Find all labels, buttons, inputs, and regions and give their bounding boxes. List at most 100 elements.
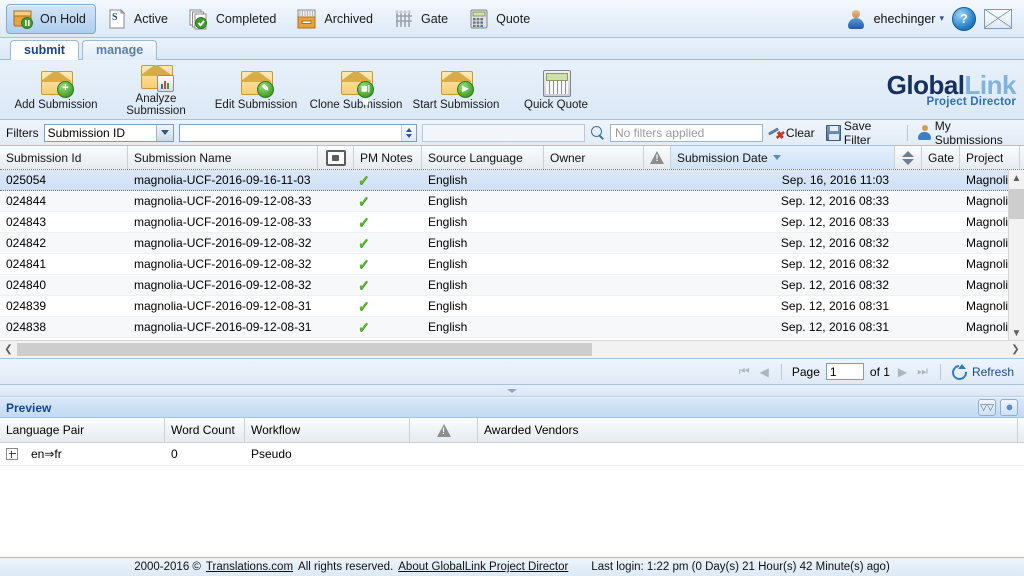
preview-header-awarded-vendors[interactable]: Awarded Vendors xyxy=(478,418,1018,442)
grid-header-owner[interactable]: Owner xyxy=(544,146,644,169)
preview-header-warning-icon[interactable] xyxy=(410,418,478,442)
table-row[interactable]: 024838magnolia-UCF-2016-09-12-08-31✓Engl… xyxy=(0,317,1024,338)
refresh-icon[interactable] xyxy=(951,364,966,379)
warning-icon xyxy=(437,424,451,437)
cell-warn xyxy=(644,317,671,337)
clear-filter-button[interactable]: ✖ Clear xyxy=(768,126,815,140)
preview-header-language-pair[interactable]: Language Pair xyxy=(0,418,165,442)
cell-gate xyxy=(922,233,960,253)
cell-warn xyxy=(644,170,671,190)
last-login-text: Last login: 1:22 pm (0 Day(s) 21 Hour(s)… xyxy=(591,561,889,573)
nav-tab-quote[interactable]: Quote xyxy=(462,4,540,34)
nav-tab-on-hold[interactable]: On Hold xyxy=(6,4,96,34)
preview-row[interactable]: en⇒fr0Pseudo xyxy=(0,443,1024,466)
submissions-grid: Submission IdSubmission Name PM NotesSour… xyxy=(0,146,1024,359)
table-row[interactable]: 024842magnolia-UCF-2016-09-12-08-32✓Engl… xyxy=(0,233,1024,254)
expand-row-icon[interactable] xyxy=(6,448,18,460)
filter-value-stepper[interactable] xyxy=(401,125,416,141)
cell-gate xyxy=(922,254,960,274)
nav-tab-archived[interactable]: Archived xyxy=(290,4,383,34)
table-row[interactable]: 025054magnolia-UCF-2016-09-16-11-03✓Engl… xyxy=(0,170,1024,191)
grid-header-project[interactable]: Project xyxy=(960,146,1020,169)
user-menu-caret-icon[interactable]: ▾ xyxy=(939,13,944,24)
nav-tab-active[interactable]: S Active xyxy=(100,4,178,34)
grid-header-pm-note-icon[interactable] xyxy=(318,146,354,169)
table-row[interactable]: 024839magnolia-UCF-2016-09-12-08-31✓Engl… xyxy=(0,296,1024,317)
preview-header-word-count[interactable]: Word Count xyxy=(165,418,245,442)
cell-pm_notes: ✓ xyxy=(354,233,422,253)
grid-horizontal-scrollbar[interactable]: ❮ ❯ xyxy=(0,340,1024,358)
tab-manage[interactable]: manage xyxy=(82,40,157,60)
username-label[interactable]: ehechinger xyxy=(874,12,936,26)
nav-tab-label: Completed xyxy=(216,12,276,26)
toolbar-ribbon: + Add Submission Analyze Submission ✎ Ed… xyxy=(0,60,1024,120)
chevron-double-down-icon[interactable]: ▽▽ xyxy=(978,399,996,416)
grid-header-warning-icon[interactable] xyxy=(644,146,671,169)
grid-header-up-down-icon[interactable] xyxy=(895,146,922,169)
scroll-left-icon[interactable]: ❮ xyxy=(0,344,17,355)
preview-header: Preview ▽▽ xyxy=(0,397,1024,418)
applied-filters-display[interactable]: No filters applied xyxy=(610,124,763,142)
refresh-label[interactable]: Refresh xyxy=(972,365,1014,379)
save-filter-button[interactable]: Save Filter xyxy=(826,119,899,147)
envelope-pencil-icon: ✎ xyxy=(238,69,274,97)
help-icon[interactable]: ? xyxy=(952,7,976,31)
next-page-button[interactable]: ▶ xyxy=(896,365,909,379)
previous-page-button[interactable]: ◀ xyxy=(758,365,771,379)
preview-header-row: Language Pair Word Count Workflow Awarded V… xyxy=(0,418,1024,443)
scroll-up-icon[interactable]: ▲ xyxy=(1009,170,1024,186)
table-row[interactable]: 024841magnolia-UCF-2016-09-12-08-32✓Engl… xyxy=(0,254,1024,275)
start-submission-button[interactable]: ▶ Start Submission xyxy=(406,69,506,111)
preview-header-label: Word Count xyxy=(171,423,235,437)
top-bar-right-group: ehechinger ▾ ? xyxy=(846,7,1018,31)
table-row[interactable]: 024840magnolia-UCF-2016-09-12-08-32✓Engl… xyxy=(0,275,1024,296)
grid-header-wo[interactable]: Wo xyxy=(1020,146,1024,169)
filter-field-select[interactable]: Submission ID xyxy=(44,124,174,142)
cell-id: 024843 xyxy=(0,212,128,232)
cell-flag xyxy=(895,317,922,337)
first-page-button[interactable]: ⏮ xyxy=(737,364,752,379)
scroll-down-icon[interactable]: ▼ xyxy=(1009,325,1024,341)
page-number-input[interactable]: 1 xyxy=(826,363,864,380)
cell-note xyxy=(318,191,354,211)
table-row[interactable]: 024844magnolia-UCF-2016-09-12-08-33✓Engl… xyxy=(0,191,1024,212)
cell-date: Sep. 12, 2016 08:31 xyxy=(671,296,895,316)
analyze-submission-button[interactable]: Analyze Submission xyxy=(106,63,206,117)
horizontal-scroll-thumb[interactable] xyxy=(17,343,592,356)
cell-owner xyxy=(544,317,644,337)
nav-tab-label: Archived xyxy=(324,12,373,26)
scroll-right-icon[interactable]: ❯ xyxy=(1007,344,1024,355)
nav-tab-completed[interactable]: Completed xyxy=(182,4,286,34)
chevron-down-icon[interactable] xyxy=(156,125,173,141)
grid-header-source-language[interactable]: Source Language xyxy=(422,146,544,169)
grid-header-gate[interactable]: Gate xyxy=(922,146,960,169)
add-submission-button[interactable]: + Add Submission xyxy=(6,69,106,111)
quick-quote-button[interactable]: Quick Quote xyxy=(506,69,606,111)
grid-header-pm-notes[interactable]: PM Notes xyxy=(354,146,422,169)
search-icon[interactable] xyxy=(590,125,605,141)
nav-tab-gate[interactable]: Gate xyxy=(387,4,458,34)
filter-value-input[interactable] xyxy=(179,124,418,142)
last-page-button[interactable]: ⏭ xyxy=(915,364,930,379)
checkmark-icon: ✓ xyxy=(358,299,370,313)
translations-com-link[interactable]: Translations.com xyxy=(206,561,293,573)
vertical-scroll-thumb[interactable] xyxy=(1009,189,1024,219)
nav-tab-label: On Hold xyxy=(40,12,86,26)
gear-icon[interactable] xyxy=(1000,399,1018,416)
edit-submission-button[interactable]: ✎ Edit Submission xyxy=(206,69,306,111)
table-row[interactable]: 024843magnolia-UCF-2016-09-12-08-33✓Engl… xyxy=(0,212,1024,233)
grid-header-submission-id[interactable]: Submission Id xyxy=(0,146,128,169)
cell-id: 024844 xyxy=(0,191,128,211)
panel-splitter[interactable] xyxy=(0,385,1024,397)
grid-header-submission-name[interactable]: Submission Name xyxy=(128,146,318,169)
clone-submission-button[interactable]: ◼|◼ Clone Submission xyxy=(306,69,406,111)
mail-icon[interactable] xyxy=(984,9,1012,29)
about-link[interactable]: About GlobalLink Project Director xyxy=(398,561,568,573)
tab-submit[interactable]: submit xyxy=(10,40,79,60)
my-submissions-button[interactable]: My Submissions xyxy=(917,119,1018,147)
grid-header-submission-date[interactable]: Submission Date xyxy=(671,146,895,169)
filter-extra-input[interactable] xyxy=(422,124,584,142)
preview-header-workflow[interactable]: Workflow xyxy=(245,418,410,442)
cell-owner xyxy=(544,233,644,253)
grid-vertical-scrollbar[interactable]: ▲ ▼ xyxy=(1008,170,1024,341)
